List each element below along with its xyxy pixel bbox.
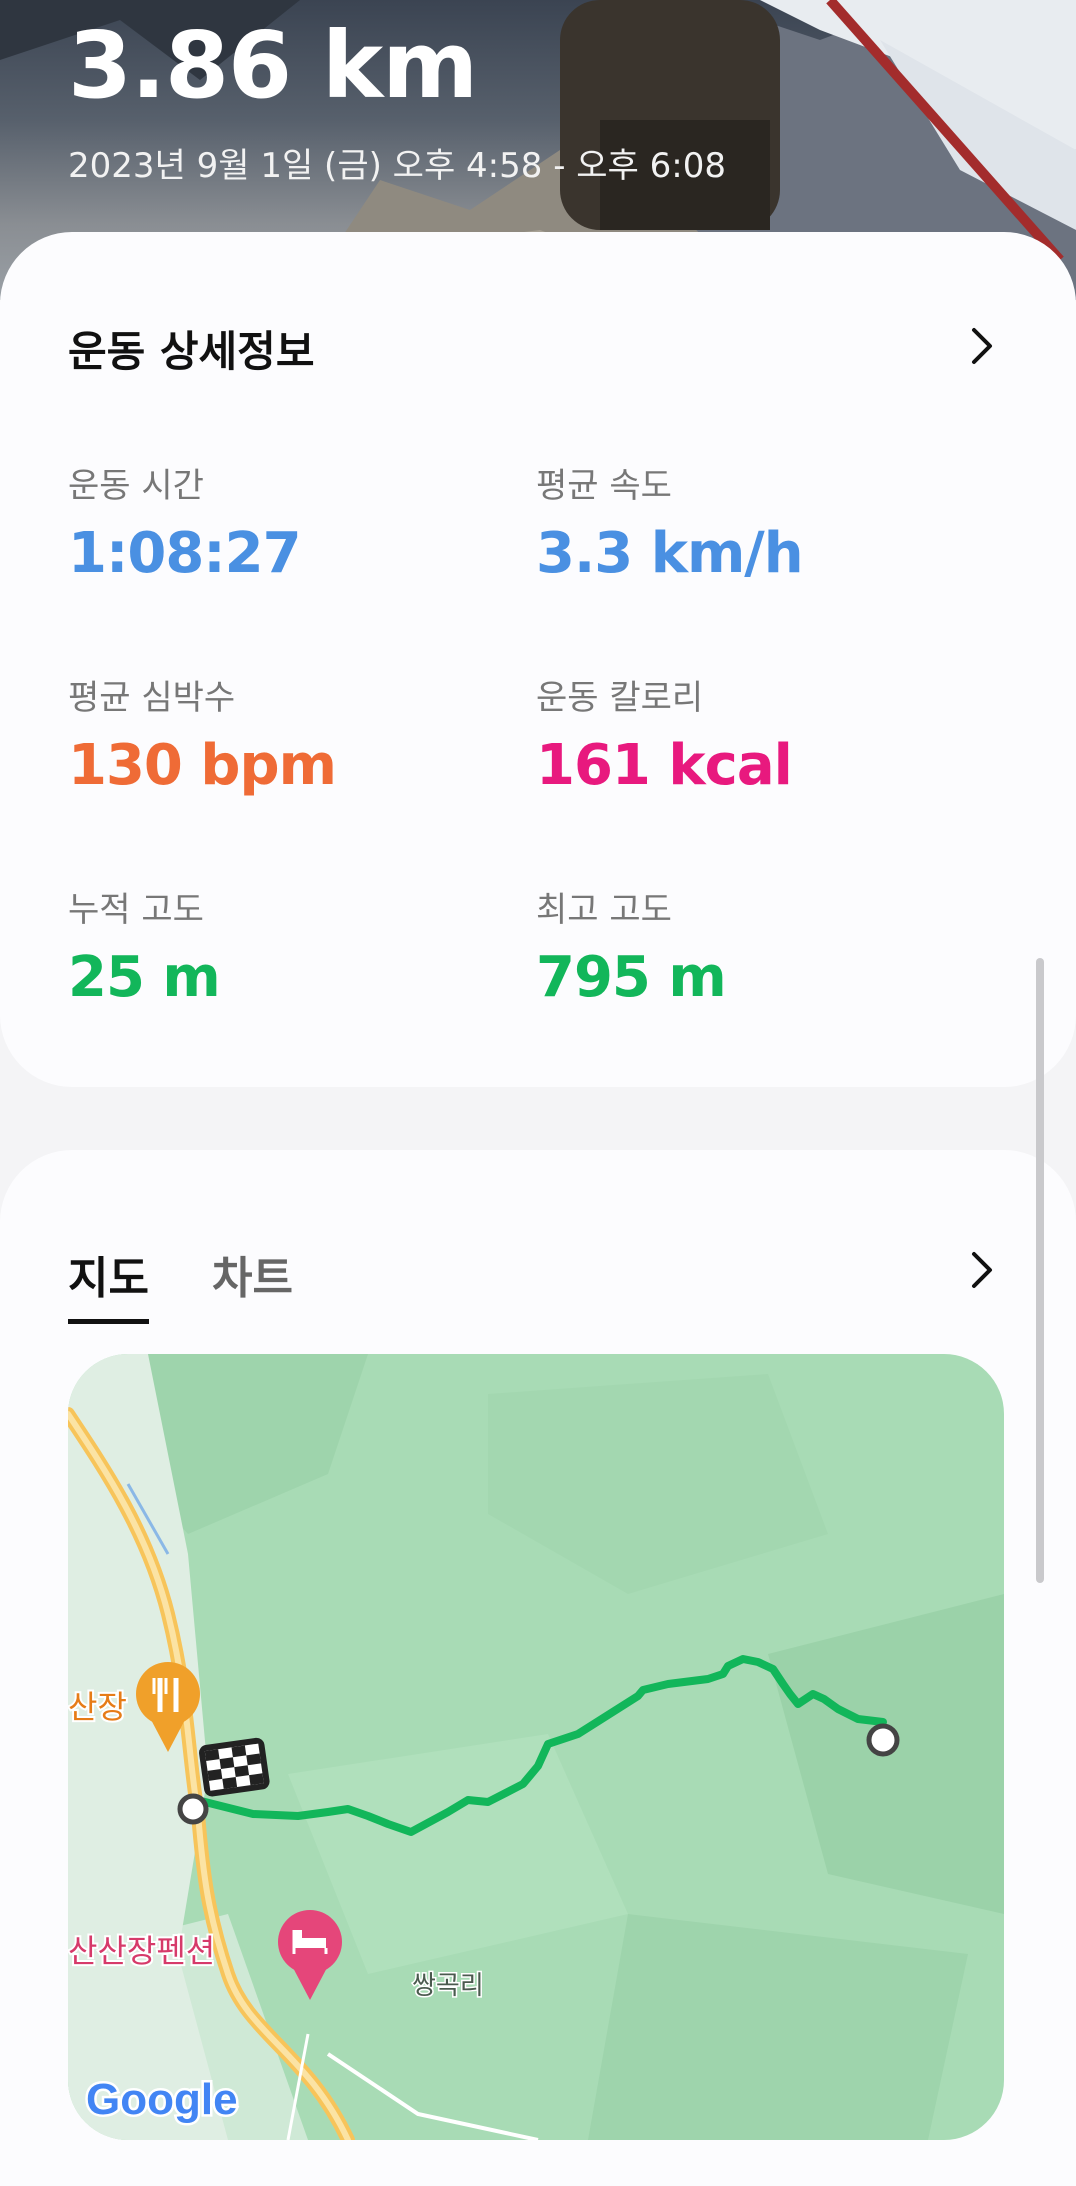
metric-value: 25 m [68, 945, 221, 1010]
metric-avg-speed: 평균 속도 3.3 km/h [536, 458, 804, 586]
metric-calories: 운동 칼로리 161 kcal [536, 670, 793, 798]
tab-map[interactable]: 지도 [68, 1242, 149, 1324]
distance-value: 3.86 km [68, 12, 478, 119]
workout-details-card[interactable]: 운동 상세정보 운동 시간 1:08:27 평균 속도 3.3 km/h 평균 … [0, 232, 1076, 1087]
metric-value: 130 bpm [68, 733, 337, 798]
metric-value: 795 m [536, 945, 727, 1010]
metric-elevation-gain: 누적 고도 25 m [68, 882, 221, 1010]
chevron-right-icon[interactable] [966, 1250, 996, 1290]
metric-duration: 운동 시간 1:08:27 [68, 458, 302, 586]
metric-value: 161 kcal [536, 733, 793, 798]
bed-icon [278, 1910, 342, 2000]
chevron-right-icon[interactable] [966, 326, 996, 366]
metric-label: 최고 고도 [536, 890, 672, 930]
metric-value: 1:08:27 [68, 521, 302, 586]
route-end-marker [866, 1723, 900, 1757]
map-label-lodging: 산산장펜션 [68, 1932, 215, 1970]
metric-value: 3.3 km/h [536, 521, 804, 586]
metric-avg-heart-rate: 평균 심박수 130 bpm [68, 670, 337, 798]
section-title: 운동 상세정보 [68, 327, 315, 376]
metric-label: 평균 속도 [536, 466, 672, 506]
tab-chart[interactable]: 차트 [212, 1242, 293, 1306]
metric-max-elevation: 최고 고도 795 m [536, 882, 727, 1010]
metric-label: 누적 고도 [68, 890, 204, 930]
map-card: 지도 차트 산장 산산장펜션 쌍곡리 Google [0, 1150, 1076, 2186]
map-canvas: 산장 산산장펜션 쌍곡리 Google [68, 1354, 1004, 2140]
map-label-village: 쌍곡리 [412, 1971, 484, 2001]
google-logo: Google [86, 2075, 238, 2124]
checkered-flag-icon [199, 1737, 270, 1797]
date-range: 2023년 9월 1일 (금) 오후 4:58 - 오후 6:08 [68, 146, 726, 186]
route-map[interactable]: 산장 산산장펜션 쌍곡리 Google [68, 1354, 1004, 2140]
metric-label: 운동 칼로리 [536, 678, 704, 718]
route-start-marker [177, 1793, 209, 1825]
metric-label: 운동 시간 [68, 466, 204, 506]
scrollbar[interactable] [1036, 958, 1044, 1583]
metric-label: 평균 심박수 [68, 678, 236, 718]
map-label-restaurant: 산장 [68, 1688, 127, 1726]
